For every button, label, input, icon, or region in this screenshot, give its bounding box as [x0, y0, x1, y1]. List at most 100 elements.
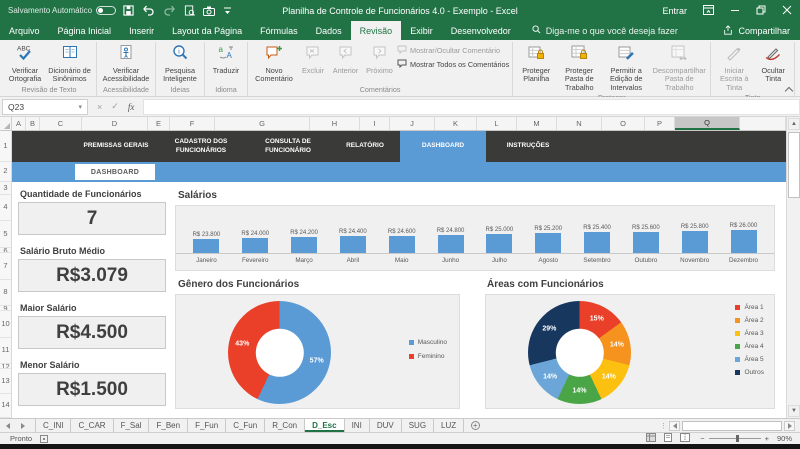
column-header-h[interactable]: H	[310, 117, 360, 130]
salary-bar-chart[interactable]: R$ 23.800R$ 24.000R$ 24.200R$ 24.400R$ 2…	[175, 205, 775, 271]
formula-input[interactable]	[143, 99, 800, 115]
thesaurus-button[interactable]: Dicionário de Sinônimos	[46, 42, 93, 84]
next-comment-button[interactable]: Próximo	[363, 42, 396, 75]
previous-comment-button[interactable]: Anterior	[329, 42, 362, 75]
column-header-b[interactable]: B	[26, 117, 40, 130]
close-button[interactable]	[782, 5, 792, 17]
select-all-corner[interactable]	[0, 117, 12, 130]
autosave-toggle[interactable]: Salvamento Automático	[8, 6, 116, 15]
column-header-i[interactable]: I	[360, 117, 390, 130]
nav-tab-instrucoes[interactable]: INSTRUÇÕES	[486, 131, 570, 162]
share-button[interactable]: Compartilhar	[723, 21, 790, 40]
name-box[interactable]: Q23 ▾	[2, 99, 88, 115]
nav-tab-relatorio[interactable]: RELATÓRIO	[330, 131, 400, 162]
sheet-tab-sug[interactable]: SUG	[402, 419, 434, 432]
column-header-p[interactable]: P	[645, 117, 675, 130]
column-header-f[interactable]: F	[170, 117, 215, 130]
new-comment-button[interactable]: Novo Comentário	[251, 42, 297, 84]
sheet-tab-luz[interactable]: LUZ	[434, 419, 464, 432]
sheet-tab-c-ini[interactable]: C_INI	[36, 419, 71, 432]
nav-tab-premissas-gerais[interactable]: PREMISSAS GERAIS	[76, 131, 156, 162]
normal-view-icon[interactable]	[646, 433, 656, 444]
nav-tab-dashboard[interactable]: DASHBOARD	[400, 131, 486, 162]
sheet-tab-f-sal[interactable]: F_Sal	[114, 419, 150, 432]
sheet-tab-f-fun[interactable]: F_Fun	[188, 419, 226, 432]
sign-in-button[interactable]: Entrar	[662, 6, 687, 16]
nav-tab-consulta-de-funcionario[interactable]: CONSULTA DE FUNCIONÁRIO	[246, 131, 330, 162]
column-header-l[interactable]: L	[477, 117, 517, 130]
zoom-level[interactable]: 90%	[777, 434, 792, 443]
menu-tab-dados[interactable]: Dados	[307, 21, 351, 40]
row-header-13[interactable]: 13	[0, 369, 11, 394]
collapse-ribbon-icon[interactable]	[786, 86, 793, 91]
macro-record-icon[interactable]	[40, 435, 48, 443]
check-accessibility-button[interactable]: Verificar Acessibilidade	[100, 42, 152, 84]
row-header-4[interactable]: 4	[0, 195, 11, 221]
page-break-view-icon[interactable]	[680, 433, 690, 444]
insert-function-icon[interactable]: fx	[128, 102, 135, 112]
column-header-g[interactable]: G	[215, 117, 310, 130]
protect-workbook-button[interactable]: Proteger Pasta de Trabalho	[557, 42, 601, 92]
row-header-1[interactable]: 1	[0, 131, 11, 162]
undo-icon[interactable]	[142, 5, 155, 16]
sheet-nav-left-icon[interactable]	[0, 419, 15, 432]
autosave-toggle-pill[interactable]	[96, 6, 116, 15]
menu-tab-formulas[interactable]: Fórmulas	[251, 21, 307, 40]
menu-tab-pagina-inicial[interactable]: Página Inicial	[49, 21, 121, 40]
row-header-14[interactable]: 14	[0, 394, 11, 418]
sheet-tab-r-con[interactable]: R_Con	[265, 419, 305, 432]
minimize-button[interactable]	[730, 5, 740, 17]
vertical-scroll-thumb[interactable]	[788, 132, 800, 198]
column-header-c[interactable]: C	[40, 117, 82, 130]
dashboard-subtab[interactable]: DASHBOARD	[75, 164, 155, 180]
column-header-a[interactable]: A	[12, 117, 26, 130]
hide-ink-button[interactable]: Ocultar Tinta	[755, 42, 791, 84]
delete-comment-button[interactable]: Excluir	[298, 42, 328, 75]
column-header-e[interactable]: E	[148, 117, 170, 130]
hscroll-right-icon[interactable]	[784, 421, 795, 431]
start-inking-button[interactable]: Iniciar Escrita à Tinta	[714, 42, 754, 92]
column-header-k[interactable]: K	[435, 117, 477, 130]
row-header-8[interactable]: 8	[0, 280, 11, 306]
sheet-tab-duv[interactable]: DUV	[370, 419, 402, 432]
sheet-tab-c-car[interactable]: C_CAR	[71, 419, 113, 432]
menu-tab-inserir[interactable]: Inserir	[120, 21, 163, 40]
zoom-slider-thumb[interactable]	[736, 435, 739, 442]
allow-edit-ranges-button[interactable]: Permitir a Edição de Intervalos	[602, 42, 650, 92]
menu-tab-arquivo[interactable]: Arquivo	[0, 21, 49, 40]
sheet-tab-f-ben[interactable]: F_Ben	[149, 419, 188, 432]
tell-me-search[interactable]: Diga-me o que você deseja fazer	[532, 21, 678, 40]
print-preview-icon[interactable]	[184, 5, 195, 16]
menu-tab-desenvolvedor[interactable]: Desenvolvedor	[442, 21, 520, 40]
column-header-m[interactable]: M	[517, 117, 557, 130]
show-hide-comment-button[interactable]: Mostrar/Ocultar Comentário	[397, 45, 509, 56]
cancel-icon[interactable]: ×	[97, 102, 102, 112]
redo-icon[interactable]	[163, 5, 176, 16]
row-header-3[interactable]: 3	[0, 182, 11, 195]
row-header-10[interactable]: 10	[0, 311, 11, 338]
translate-button[interactable]: aA Traduzir	[208, 42, 244, 75]
column-header-o[interactable]: O	[602, 117, 645, 130]
scroll-down-icon[interactable]: ▼	[788, 405, 800, 417]
gender-donut-chart[interactable]: 57%43% MasculinoFeminino	[175, 294, 460, 409]
menu-tab-revisao[interactable]: Revisão	[351, 21, 402, 40]
menu-tab-layout-da-pagina[interactable]: Layout da Página	[163, 21, 251, 40]
row-header-5[interactable]: 5	[0, 221, 11, 248]
horizontal-scrollbar[interactable]: ⋮	[660, 419, 800, 432]
column-header-j[interactable]: J	[390, 117, 435, 130]
spelling-button[interactable]: ABC Verificar Ortografia	[5, 42, 45, 84]
zoom-slider[interactable]	[709, 438, 761, 439]
row-header-11[interactable]: 11	[0, 338, 11, 364]
sheet-nav-right-icon[interactable]	[15, 419, 30, 432]
smart-lookup-button[interactable]: i Pesquisa Inteligente	[159, 42, 201, 84]
column-header-n[interactable]: N	[557, 117, 602, 130]
row-header-7[interactable]: 7	[0, 253, 11, 280]
sheet-tab-d-esc[interactable]: D_Esc	[305, 419, 344, 432]
menu-tab-exibir[interactable]: Exibir	[401, 21, 442, 40]
protect-sheet-button[interactable]: Proteger Planilha	[516, 42, 556, 84]
row-header-2[interactable]: 2	[0, 162, 11, 182]
vertical-scrollbar[interactable]: ▲ ▼	[786, 117, 800, 418]
new-sheet-button[interactable]: +	[464, 419, 486, 432]
horizontal-scroll-thumb[interactable]	[682, 421, 782, 431]
sheet-tab-ini[interactable]: INI	[345, 419, 370, 432]
